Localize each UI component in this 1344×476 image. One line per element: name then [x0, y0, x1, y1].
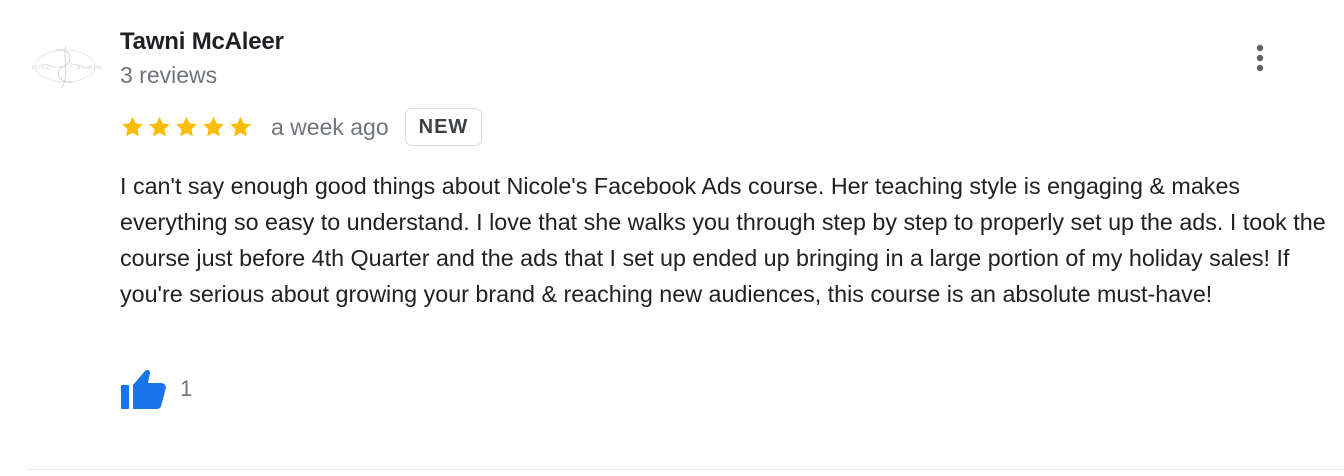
star-icon [122, 116, 143, 137]
rating-row: a week ago NEW [120, 106, 483, 148]
review-card: LUXE BLOOM Tawni McAleer 3 reviews a wee… [0, 0, 1344, 476]
brand-logo-avatar: LUXE BLOOM [32, 45, 102, 89]
svg-text:LUXE: LUXE [32, 65, 50, 71]
thumbs-up-icon [121, 369, 166, 409]
star-icon [176, 116, 197, 137]
new-badge: NEW [404, 108, 483, 146]
more-options-button[interactable] [1240, 38, 1280, 78]
star-icon [230, 116, 251, 137]
svg-text:BLOOM: BLOOM [77, 65, 102, 71]
like-button[interactable]: 1 [118, 366, 192, 412]
more-vert-icon [1256, 44, 1264, 72]
review-count[interactable]: 3 reviews [120, 61, 217, 89]
star-icon [203, 116, 224, 137]
reviewer-avatar[interactable]: LUXE BLOOM [26, 36, 104, 96]
star-icon [149, 116, 170, 137]
star-rating [120, 115, 253, 139]
like-count: 1 [180, 376, 193, 401]
divider [26, 469, 1344, 470]
review-text: I can't say enough good things about Nic… [120, 173, 1326, 307]
reviewer-name[interactable]: Tawni McAleer [120, 27, 284, 57]
review-date: a week ago [271, 114, 389, 140]
